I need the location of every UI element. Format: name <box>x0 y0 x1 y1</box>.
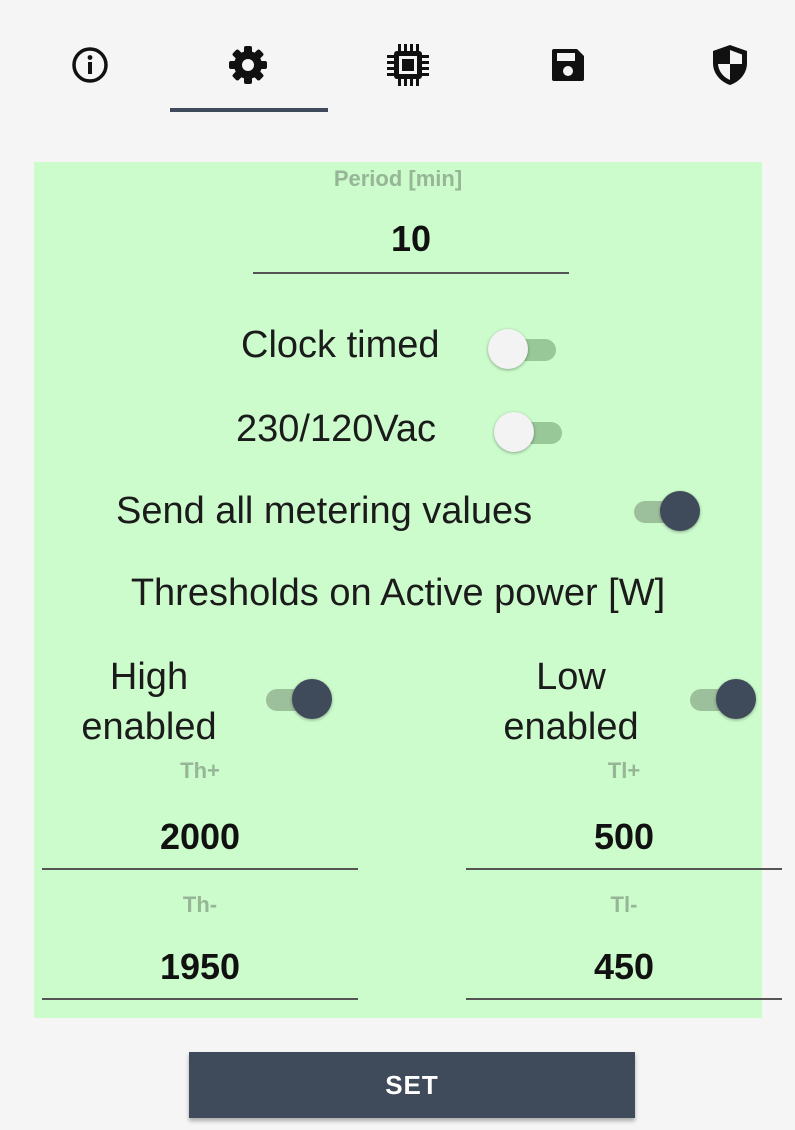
high-enabled-switch[interactable] <box>256 675 334 723</box>
period-input[interactable]: 10 <box>253 218 569 260</box>
switch-thumb <box>716 679 756 719</box>
period-label: Period [min] <box>333 166 463 191</box>
switch-thumb <box>488 329 528 369</box>
tab-indicator <box>170 108 328 112</box>
tab-storage[interactable] <box>528 30 608 100</box>
tl-plus-underline <box>466 868 782 870</box>
tl-minus-underline <box>466 998 782 1000</box>
switch-thumb <box>292 679 332 719</box>
tab-hardware[interactable] <box>368 30 448 100</box>
switch-thumb <box>660 491 700 531</box>
th-minus-label: Th- <box>182 892 218 917</box>
switch-thumb <box>494 412 534 452</box>
th-plus-input[interactable]: 2000 <box>42 816 358 858</box>
tab-security[interactable] <box>690 30 770 100</box>
send-all-switch[interactable] <box>624 487 702 535</box>
set-button[interactable]: SET <box>189 1052 635 1118</box>
tl-plus-input[interactable]: 500 <box>466 816 782 858</box>
th-minus-input[interactable]: 1950 <box>42 946 358 988</box>
tab-bar <box>0 0 795 120</box>
voltage-switch[interactable] <box>494 408 572 456</box>
low-enabled-label: Low enabled <box>466 652 676 752</box>
thresholds-title: Thresholds on Active power [W] <box>130 572 666 614</box>
info-icon <box>72 47 108 83</box>
voltage-label: 230/120Vac <box>236 408 437 450</box>
send-all-label: Send all metering values <box>116 490 533 532</box>
low-enabled-switch[interactable] <box>680 675 758 723</box>
th-plus-underline <box>42 868 358 870</box>
clock-timed-switch[interactable] <box>488 325 566 373</box>
th-minus-underline <box>42 998 358 1000</box>
settings-panel: Period [min] 10 Clock timed 230/120Vac S… <box>34 162 782 1018</box>
low-label-line1: Low <box>536 656 606 698</box>
clock-timed-label: Clock timed <box>241 324 440 366</box>
tab-info[interactable] <box>50 30 130 100</box>
period-underline <box>253 272 569 274</box>
high-label-line2: enabled <box>81 706 217 748</box>
high-label-line1: High <box>109 656 189 698</box>
high-enabled-label: High enabled <box>44 652 254 752</box>
th-plus-label: Th+ <box>180 758 220 783</box>
tl-minus-input[interactable]: 450 <box>466 946 782 988</box>
shield-icon <box>713 45 747 85</box>
low-label-line2: enabled <box>503 706 639 748</box>
gear-icon <box>229 46 267 84</box>
chip-icon <box>387 44 429 86</box>
tab-settings[interactable] <box>208 30 288 100</box>
tl-minus-label: Tl- <box>610 892 638 917</box>
tl-plus-label: Tl+ <box>607 758 641 783</box>
save-icon <box>552 49 584 81</box>
